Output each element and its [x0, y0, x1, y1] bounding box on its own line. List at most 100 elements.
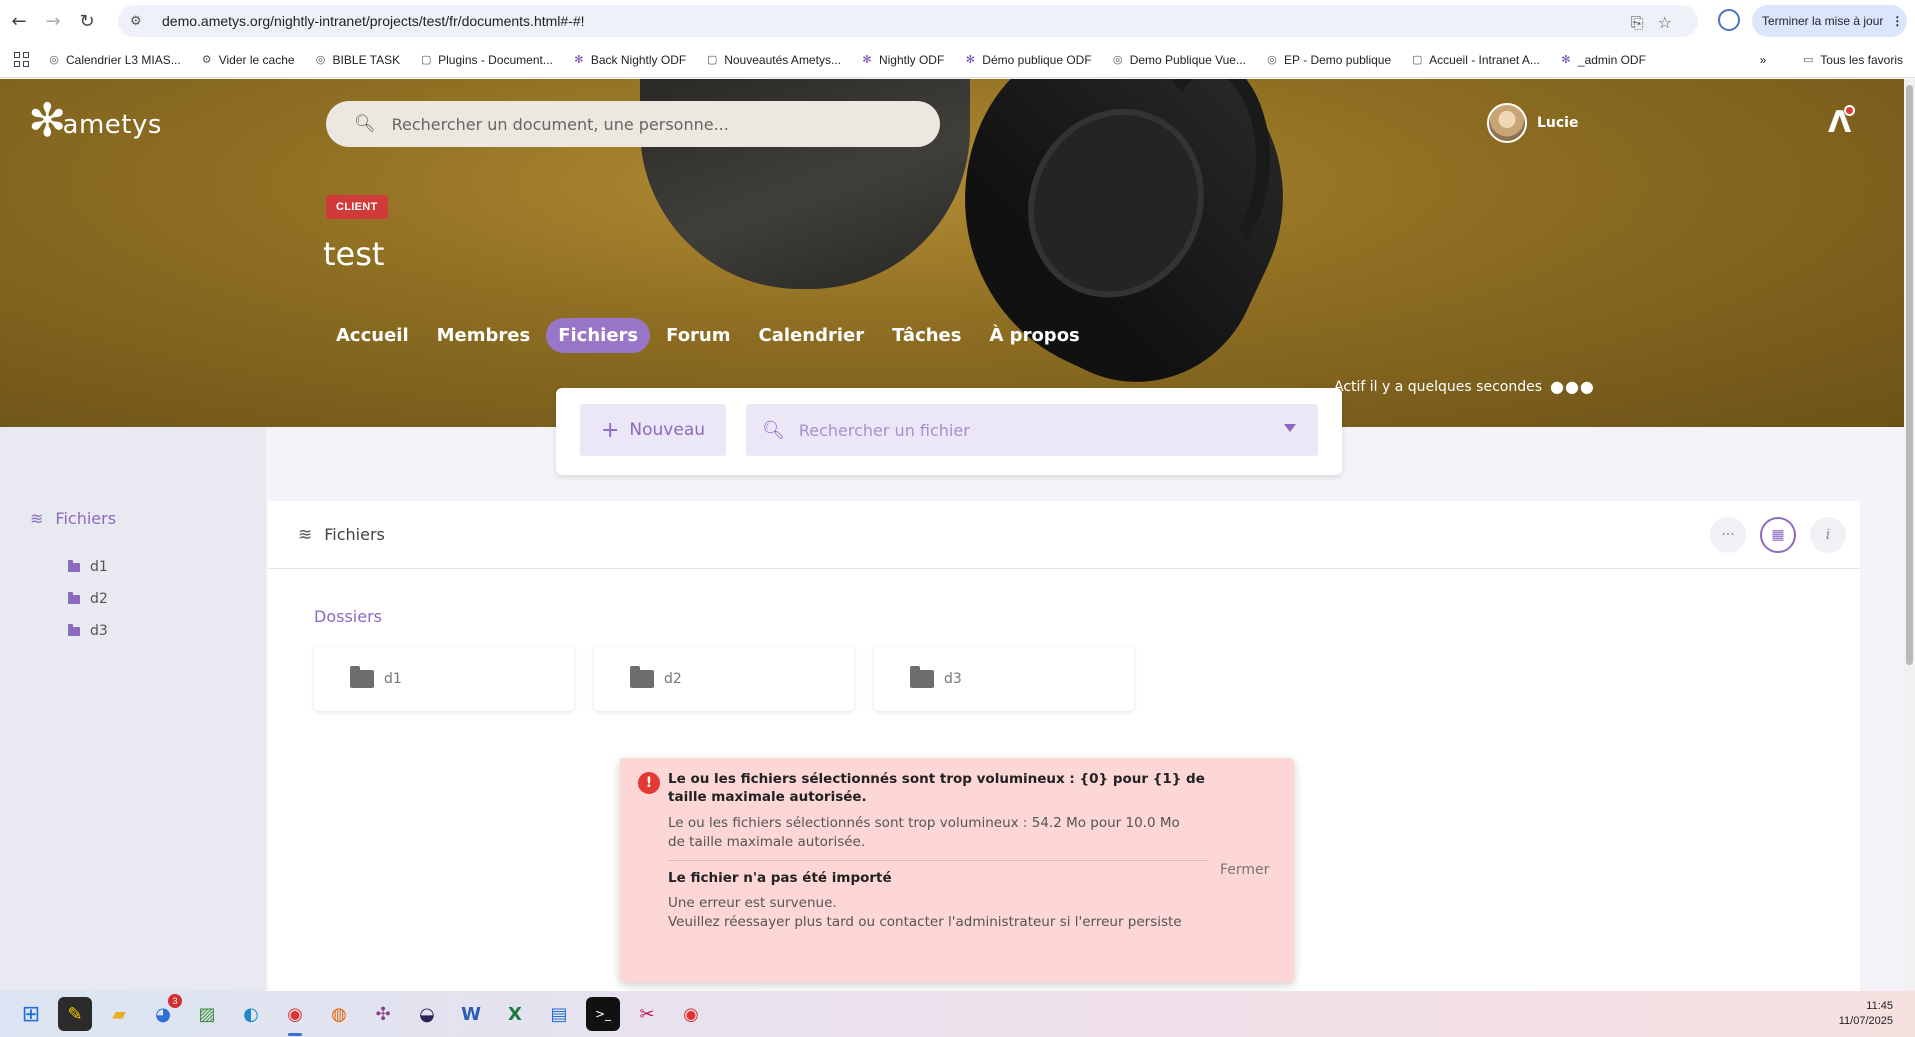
global-search-input[interactable] — [391, 114, 912, 134]
excel-icon[interactable]: X — [498, 997, 532, 1031]
sidebar-item-d2[interactable]: d2 — [68, 583, 108, 615]
sidebar-item-d1[interactable]: d1 — [68, 551, 108, 583]
info-button[interactable]: i — [1810, 517, 1846, 553]
layers-icon: ≋ — [30, 509, 44, 528]
bookmark-item[interactable]: ✻ _admin ODF — [1560, 53, 1646, 67]
ametys-logo-icon: ✻ — [28, 93, 67, 147]
bookmark-item[interactable]: ▢ Accueil - Intranet A... — [1411, 53, 1540, 67]
thunderbird-icon[interactable]: ◕ 3 — [146, 994, 182, 1031]
sidebar-title: Fichiers — [55, 509, 117, 528]
ametys-icon: ✻ — [574, 54, 584, 66]
firefox-icon[interactable]: ◍ — [322, 997, 356, 1031]
bookmark-label: Calendrier L3 MIAS... — [66, 52, 181, 67]
all-bookmarks-folder[interactable]: ▭ Tous les favoris — [1802, 53, 1903, 67]
snipping-tool-icon[interactable]: ✂ — [630, 997, 664, 1031]
tab-fichiers[interactable]: Fichiers — [546, 317, 651, 353]
ametys-logo[interactable]: ✻ ametys — [28, 97, 162, 143]
more-bookmarks-icon[interactable]: » — [1760, 53, 1767, 67]
close-button[interactable]: Fermer — [1220, 862, 1269, 878]
back-icon[interactable]: ← — [4, 6, 34, 36]
files-sidebar: ≋ Fichiers d1 d2 d3 — [0, 427, 266, 991]
system-clock[interactable]: 11:45 11/07/2025 — [1839, 999, 1893, 1029]
global-search[interactable]: 🔍︎ — [326, 101, 940, 147]
folder-name: d1 — [384, 671, 402, 687]
sticky-notes-icon[interactable]: ✎ — [58, 997, 92, 1031]
gear-icon: ⚙ — [201, 54, 212, 66]
sidebar-item-label: d1 — [90, 559, 108, 575]
bookmarks-bar: ◎ Calendrier L3 MIAS... ⚙ Vider le cache ◎ BI… — [0, 42, 1915, 78]
site-info-icon[interactable]: ⚙ — [130, 14, 150, 29]
edge-icon[interactable]: ◐ — [234, 997, 268, 1031]
forward-icon[interactable]: → — [38, 6, 68, 36]
photos-icon[interactable]: ▨ — [190, 997, 224, 1031]
ametys-icon: ✻ — [862, 54, 872, 66]
doc-icon: ▢ — [707, 54, 718, 66]
new-button[interactable]: + Nouveau — [580, 404, 726, 456]
bookmark-item[interactable]: ✻ Démo publique ODF — [964, 53, 1092, 67]
bookmark-item[interactable]: ▢ Nouveautés Ametys... — [706, 53, 841, 67]
chevron-down-icon[interactable] — [1284, 424, 1296, 432]
activity-pulse-icon[interactable]: ⴷ — [1828, 105, 1856, 140]
search-icon: 🔍︎ — [762, 419, 785, 441]
file-toolbar: + Nouveau 🔍︎ — [556, 388, 1342, 475]
bookmark-label: EP - Demo publique — [1283, 52, 1392, 67]
doc-icon: ▢ — [420, 54, 432, 66]
bookmark-item[interactable]: ◎ BIBLE TASK — [315, 53, 400, 67]
folder-card-d2[interactable]: d2 — [594, 647, 854, 711]
tab-taches[interactable]: Tâches — [880, 318, 973, 353]
install-app-icon[interactable]: ⎘ — [1631, 13, 1644, 33]
folder-card-d3[interactable]: d3 — [874, 647, 1134, 711]
error-icon: ! — [638, 772, 660, 794]
sidebar-item-d3[interactable]: d3 — [68, 615, 108, 647]
eclipse-icon[interactable]: ◒ — [410, 997, 444, 1031]
notepad-icon[interactable]: ▤ — [542, 997, 576, 1031]
file-search-input[interactable] — [798, 420, 1259, 440]
bookmark-item[interactable]: ◎ EP - Demo publique — [1266, 53, 1391, 67]
reload-icon[interactable]: ↻ — [72, 6, 102, 36]
file-search[interactable]: 🔍︎ — [746, 404, 1318, 456]
tab-forum[interactable]: Forum — [654, 318, 742, 353]
bookmark-item[interactable]: ▢ Plugins - Document... — [420, 53, 553, 67]
word-icon[interactable]: W — [454, 997, 488, 1031]
browser-menu-icon[interactable]: ⋮ — [1891, 14, 1903, 28]
windows-start-icon[interactable]: ⊞ — [14, 997, 48, 1031]
sidebar-folder-list: d1 d2 d3 — [68, 551, 108, 647]
bookmark-item[interactable]: ◎ Calendrier L3 MIAS... — [48, 53, 181, 67]
bookmark-star-icon[interactable]: ☆ — [1658, 13, 1672, 33]
folder-icon — [630, 666, 654, 688]
file-explorer-icon[interactable]: ▰ — [102, 997, 136, 1031]
terminal-icon[interactable]: >_ — [586, 997, 620, 1031]
tab-a-propos[interactable]: À propos — [977, 318, 1091, 353]
apps-grid-icon[interactable] — [14, 51, 30, 68]
globe-icon: ◎ — [315, 54, 326, 66]
folder-icon — [68, 591, 80, 604]
bookmark-item[interactable]: ✻ Nightly ODF — [861, 53, 944, 67]
address-bar[interactable]: ⚙ demo.ametys.org/nightly-intranet/proje… — [118, 5, 1698, 37]
bookmark-item[interactable]: ◎ Demo Publique Vue... — [1112, 53, 1246, 67]
clock-time: 11:45 — [1866, 1000, 1893, 1012]
error-subdetail-line1: Une erreur est survenue. — [668, 895, 837, 911]
tab-accueil[interactable]: Accueil — [324, 318, 421, 353]
chrome-icon[interactable]: ◉ — [278, 997, 312, 1036]
bookmark-item[interactable]: ⚙ Vider le cache — [201, 53, 295, 67]
sidebar-root-fichiers[interactable]: ≋ Fichiers — [30, 509, 116, 528]
error-subdetail-line2: Veuillez réessayer plus tard ou contacte… — [668, 914, 1182, 930]
slack-icon[interactable]: ✣ — [366, 997, 400, 1031]
scrollbar-thumb[interactable] — [1906, 85, 1913, 665]
tab-membres[interactable]: Membres — [425, 318, 543, 353]
tab-calendrier[interactable]: Calendrier — [747, 318, 877, 353]
user-menu[interactable]: Lucie — [1487, 103, 1578, 143]
layers-icon: ≋ — [298, 524, 313, 545]
browser-profile-icon[interactable] — [1718, 9, 1740, 31]
update-button[interactable]: Terminer la mise à jour ⋮ — [1752, 5, 1907, 37]
page-scrollbar[interactable] — [1904, 79, 1915, 991]
chrome-profile-icon[interactable]: ◉ — [674, 997, 708, 1031]
grid-view-button[interactable]: ▦ — [1760, 517, 1796, 553]
error-title: Le ou les fichiers sélectionnés sont tro… — [668, 771, 1205, 805]
bookmark-item[interactable]: ✻ Back Nightly ODF — [573, 53, 686, 67]
folder-card-d1[interactable]: d1 — [314, 647, 574, 711]
more-actions-button[interactable]: ··· — [1710, 517, 1746, 553]
globe-icon: ◎ — [1112, 54, 1123, 66]
bookmark-label: Nightly ODF — [878, 52, 945, 67]
more-options-icon[interactable]: ●●● — [1550, 377, 1595, 396]
